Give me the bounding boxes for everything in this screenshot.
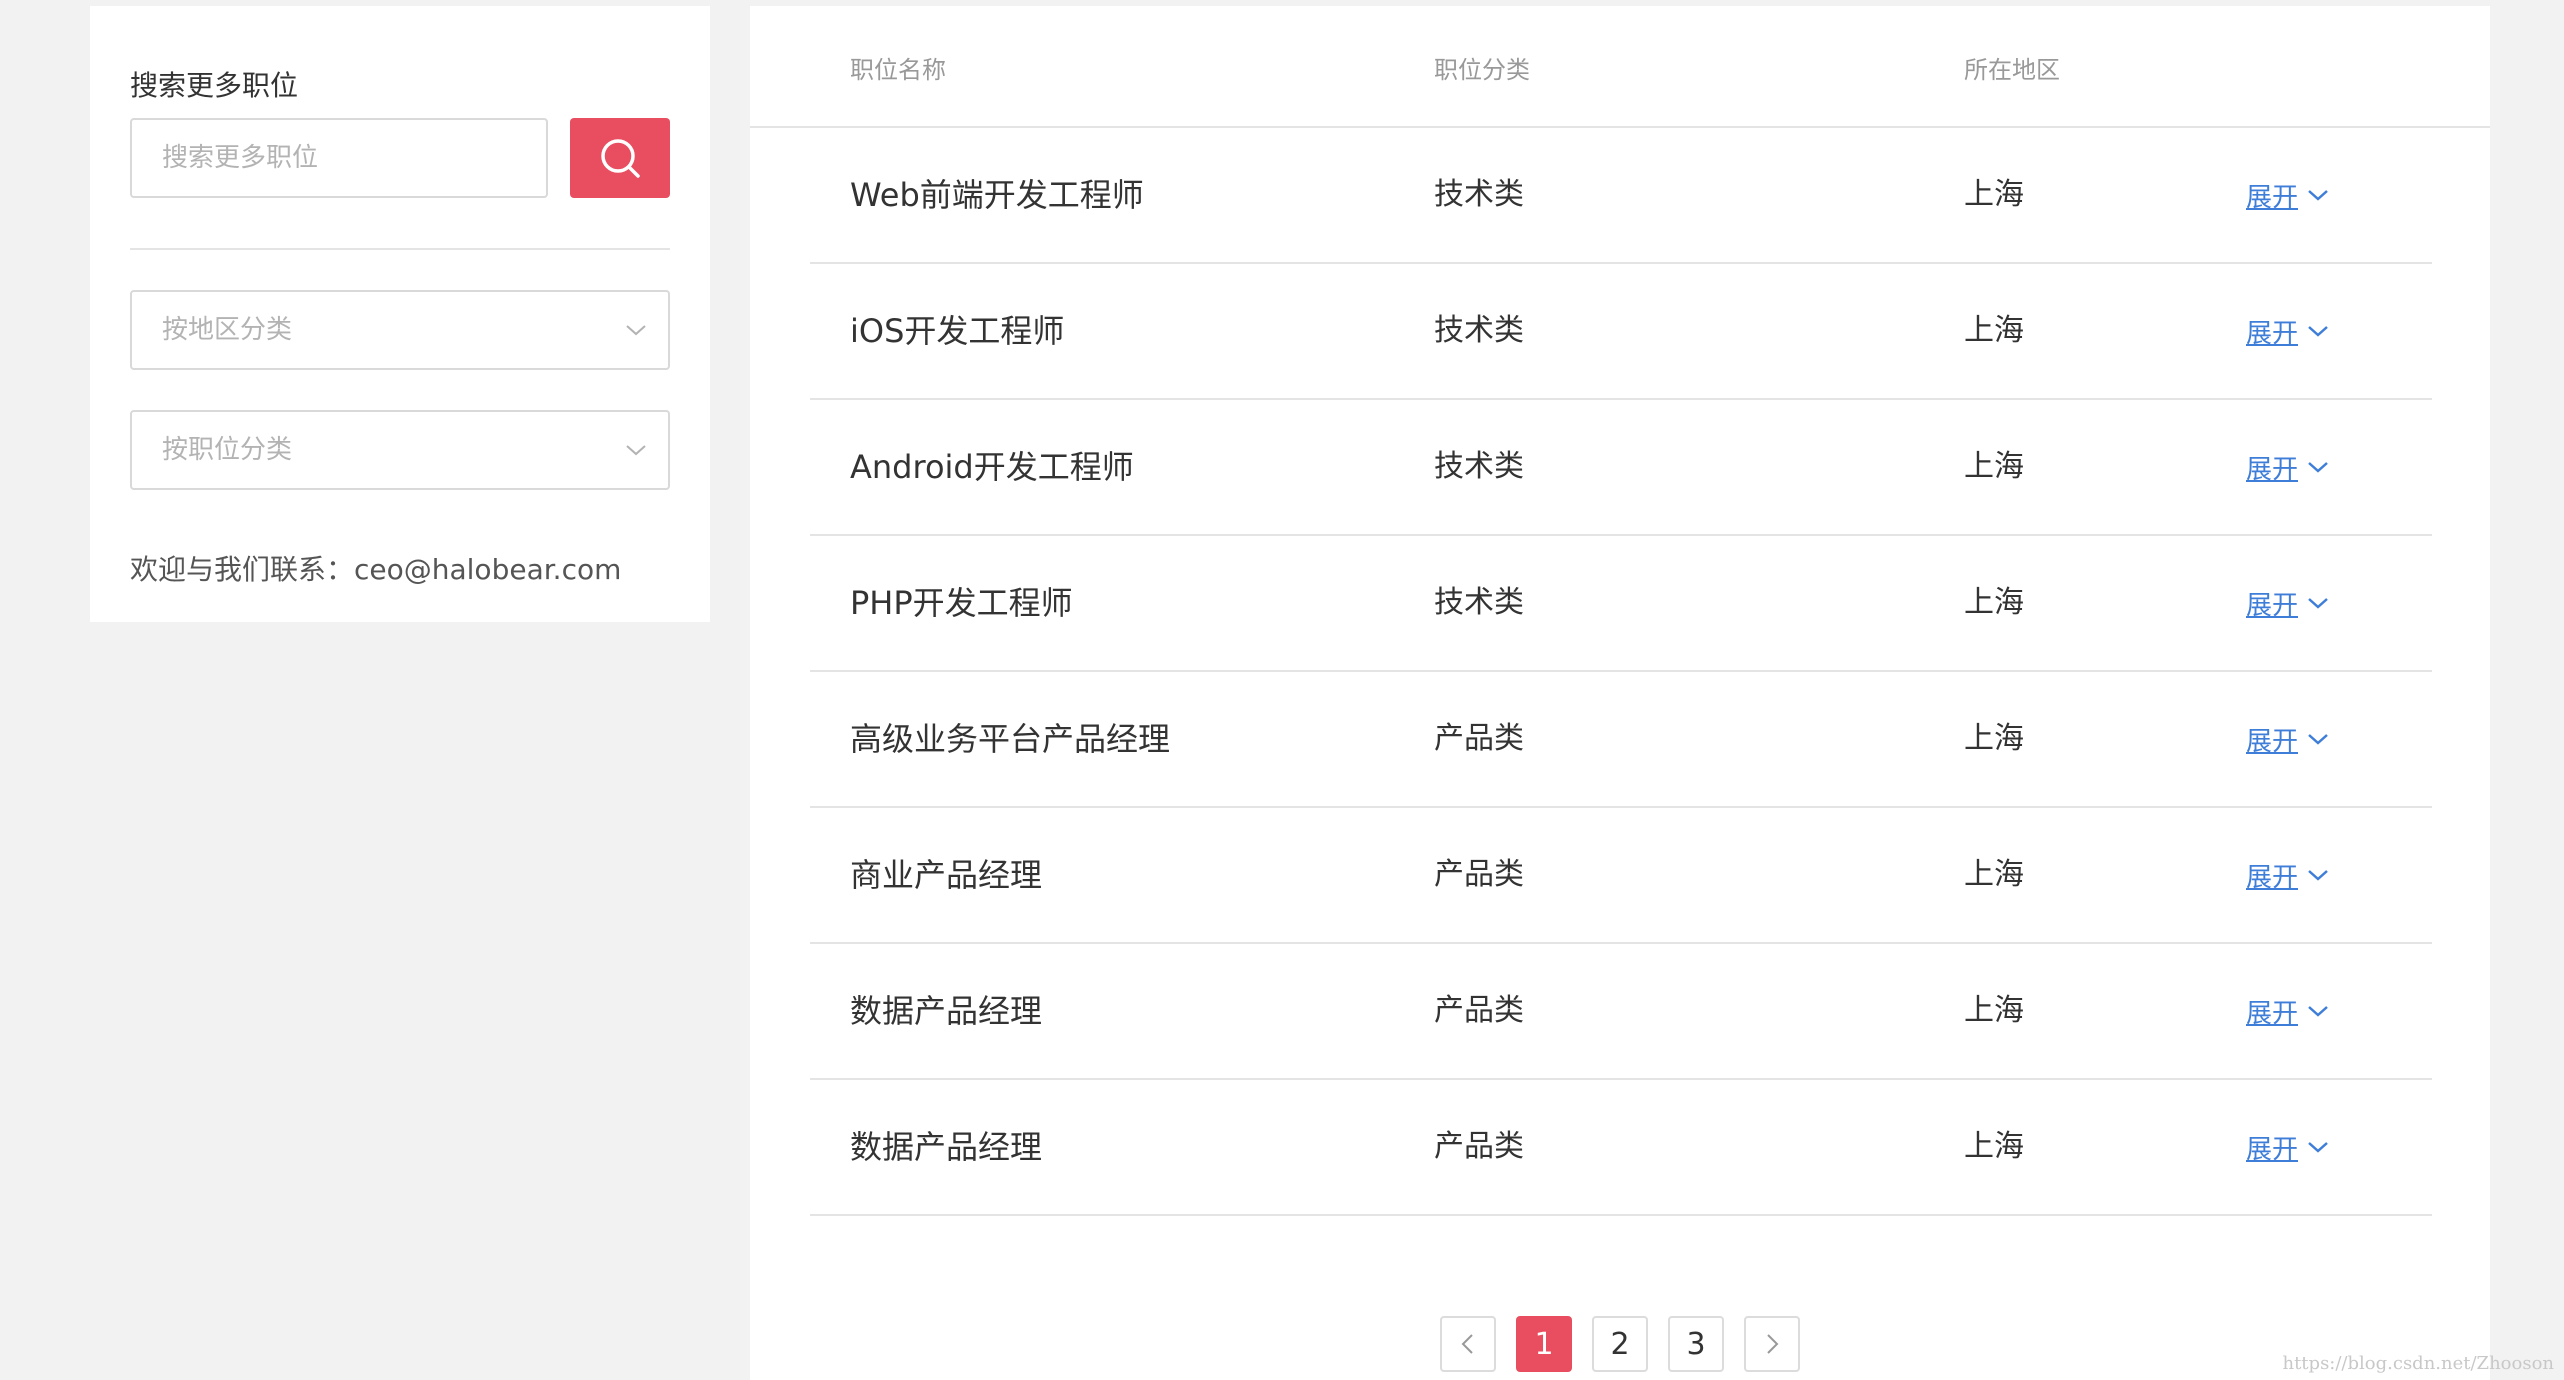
chevron-down-icon: [2308, 1006, 2328, 1017]
job-location: 上海: [1964, 449, 2024, 484]
table-row: iOS开发工程师 技术类 上海 展开: [810, 264, 2432, 400]
page-button-2[interactable]: 2: [1592, 1316, 1648, 1372]
job-category: 产品类: [1434, 721, 1524, 756]
pagination: 1 2 3: [1440, 1316, 1800, 1372]
job-rows: Web前端开发工程师 技术类 上海 展开 iOS开发工程师 技术类 上海 展开 …: [810, 128, 2432, 1216]
search-button[interactable]: [570, 118, 670, 198]
table-header: 职位名称 职位分类 所在地区: [750, 6, 2490, 128]
expand-link[interactable]: 展开: [2246, 264, 2330, 398]
job-name: 商业产品经理: [850, 856, 1043, 894]
sidebar: 搜索更多职位 按地区分类 按职位分类 欢迎与我们联系：ceo@halobear.…: [90, 6, 710, 622]
header-location: 所在地区: [1964, 56, 2060, 84]
job-location: 上海: [1964, 857, 2024, 892]
table-row: Web前端开发工程师 技术类 上海 展开: [810, 128, 2432, 264]
expand-label: 展开: [2246, 182, 2299, 213]
expand-label: 展开: [2246, 726, 2299, 757]
chevron-down-icon: [2308, 870, 2328, 881]
sidebar-divider: [130, 248, 670, 250]
expand-link[interactable]: 展开: [2246, 672, 2330, 806]
job-category: 技术类: [1434, 177, 1524, 212]
chevron-down-icon: [2308, 734, 2328, 745]
table-row: 数据产品经理 产品类 上海 展开: [810, 944, 2432, 1080]
chevron-down-icon: [626, 445, 646, 456]
page-button-3[interactable]: 3: [1668, 1316, 1724, 1372]
table-row: 高级业务平台产品经理 产品类 上海 展开: [810, 672, 2432, 808]
table-row: 商业产品经理 产品类 上海 展开: [810, 808, 2432, 944]
page-button-1[interactable]: 1: [1516, 1316, 1572, 1372]
job-category: 产品类: [1434, 1129, 1524, 1164]
expand-link[interactable]: 展开: [2246, 1080, 2330, 1214]
sidebar-title: 搜索更多职位: [130, 69, 299, 102]
table-row: PHP开发工程师 技术类 上海 展开: [810, 536, 2432, 672]
job-location: 上海: [1964, 1129, 2024, 1164]
expand-link[interactable]: 展开: [2246, 400, 2330, 534]
chevron-right-icon: [1767, 1334, 1779, 1354]
chevron-down-icon: [626, 325, 646, 336]
chevron-down-icon: [2308, 326, 2328, 337]
next-page-button[interactable]: [1744, 1316, 1800, 1372]
expand-label: 展开: [2246, 1134, 2299, 1165]
region-select-label: 按地区分类: [162, 315, 293, 345]
job-list-panel: 职位名称 职位分类 所在地区 Web前端开发工程师 技术类 上海 展开 iOS开…: [750, 6, 2490, 1380]
header-position-category: 职位分类: [1434, 56, 1530, 84]
job-category: 技术类: [1434, 313, 1524, 348]
job-name: 高级业务平台产品经理: [850, 720, 1171, 758]
expand-label: 展开: [2246, 590, 2299, 621]
job-category: 技术类: [1434, 585, 1524, 620]
job-name: PHP开发工程师: [850, 584, 1073, 622]
job-name: iOS开发工程师: [850, 312, 1065, 350]
chevron-down-icon: [2308, 190, 2328, 201]
watermark: https://blog.csdn.net/Zhooson: [2282, 1353, 2554, 1374]
expand-label: 展开: [2246, 998, 2299, 1029]
expand-link[interactable]: 展开: [2246, 944, 2330, 1078]
job-name: Android开发工程师: [850, 448, 1134, 486]
prev-page-button[interactable]: [1440, 1316, 1496, 1372]
chevron-down-icon: [2308, 462, 2328, 473]
expand-label: 展开: [2246, 454, 2299, 485]
job-name: 数据产品经理: [850, 992, 1043, 1030]
chevron-left-icon: [1461, 1334, 1473, 1354]
table-row: Android开发工程师 技术类 上海 展开: [810, 400, 2432, 536]
expand-link[interactable]: 展开: [2246, 536, 2330, 670]
job-location: 上海: [1964, 721, 2024, 756]
job-location: 上海: [1964, 177, 2024, 212]
job-category: 产品类: [1434, 993, 1524, 1028]
job-name: 数据产品经理: [850, 1128, 1043, 1166]
search-icon: [601, 139, 640, 178]
chevron-down-icon: [2308, 1142, 2328, 1153]
job-location: 上海: [1964, 585, 2024, 620]
expand-link[interactable]: 展开: [2246, 808, 2330, 942]
chevron-down-icon: [2308, 598, 2328, 609]
job-category: 技术类: [1434, 449, 1524, 484]
search-input[interactable]: [130, 118, 548, 198]
header-position-name: 职位名称: [850, 56, 946, 84]
expand-label: 展开: [2246, 318, 2299, 349]
job-location: 上海: [1964, 993, 2024, 1028]
expand-link[interactable]: 展开: [2246, 128, 2330, 262]
table-row: 数据产品经理 产品类 上海 展开: [810, 1080, 2432, 1216]
contact-text: 欢迎与我们联系：ceo@halobear.com: [130, 553, 622, 586]
region-select[interactable]: 按地区分类: [130, 290, 670, 370]
job-name: Web前端开发工程师: [850, 176, 1144, 214]
expand-label: 展开: [2246, 862, 2299, 893]
position-select-label: 按职位分类: [162, 435, 293, 465]
job-location: 上海: [1964, 313, 2024, 348]
job-category: 产品类: [1434, 857, 1524, 892]
position-select[interactable]: 按职位分类: [130, 410, 670, 490]
